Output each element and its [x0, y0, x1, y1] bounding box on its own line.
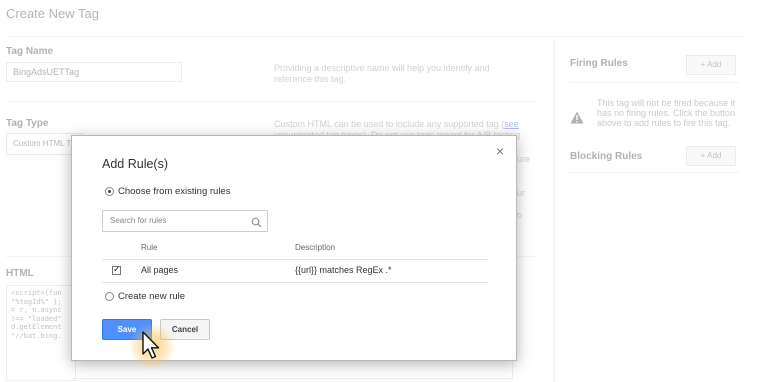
firing-warning-text: This tag will not be fired because it ha…	[597, 98, 736, 128]
page-title: Create New Tag	[6, 6, 99, 21]
firing-rules-title: Firing Rules	[570, 58, 628, 69]
tag-type-help-link[interactable]: see	[504, 119, 519, 129]
column-header-description: Description	[295, 243, 336, 252]
table-row-divider	[102, 282, 488, 283]
tag-type-help-prefix: Custom HTML can be used to include any s…	[274, 119, 505, 129]
html-label: HTML	[6, 268, 34, 279]
rule-checkbox[interactable]: ✓	[112, 264, 121, 275]
dialog-title: Add Rule(s)	[102, 157, 168, 171]
html-code-editor[interactable]: <script>(fun "%tagId%" }; = r, n.async !…	[6, 285, 76, 381]
search-placeholder: Search for rules	[110, 216, 167, 225]
section-divider	[6, 101, 536, 102]
side-panel-divider	[554, 40, 555, 382]
tag-name-help: Providing a descriptive name will help y…	[274, 63, 490, 84]
help-fragment-3: o	[517, 210, 523, 220]
add-firing-rule-button[interactable]: + Add	[686, 55, 736, 75]
radio-existing-rules[interactable]	[105, 187, 114, 196]
rule-search-input[interactable]: Search for rules	[102, 210, 268, 232]
tag-name-label: Tag Name	[6, 46, 54, 57]
pointer-cursor-icon	[141, 331, 163, 366]
warning-icon	[570, 111, 584, 129]
table-row[interactable]: ✓ All pages {{url}} matches RegEx .*	[102, 260, 488, 282]
radio-new-rule-label[interactable]: Create new rule	[118, 291, 185, 302]
column-header-rule: Rule	[141, 243, 158, 252]
help-fragment-2: ur	[517, 188, 526, 198]
radio-existing-rules-label[interactable]: Choose from existing rules	[118, 186, 230, 197]
tag-name-input[interactable]: BingAdsUETTag	[6, 62, 182, 82]
radio-new-rule[interactable]	[105, 292, 114, 301]
rule-name-cell: All pages	[141, 265, 179, 275]
search-icon[interactable]	[251, 215, 262, 233]
add-blocking-rule-button[interactable]: + Add	[686, 146, 736, 166]
help-fragment-1: ure	[517, 154, 531, 164]
rule-description-cell: {{url}} matches RegEx .*	[295, 265, 392, 275]
firing-divider	[570, 82, 740, 83]
close-icon[interactable]: ×	[496, 143, 504, 159]
blocking-rules-title: Blocking Rules	[570, 151, 643, 162]
check-icon: ✓	[113, 264, 121, 274]
tag-type-label: Tag Type	[6, 118, 49, 129]
title-divider	[6, 36, 744, 37]
blocking-divider	[570, 172, 740, 173]
